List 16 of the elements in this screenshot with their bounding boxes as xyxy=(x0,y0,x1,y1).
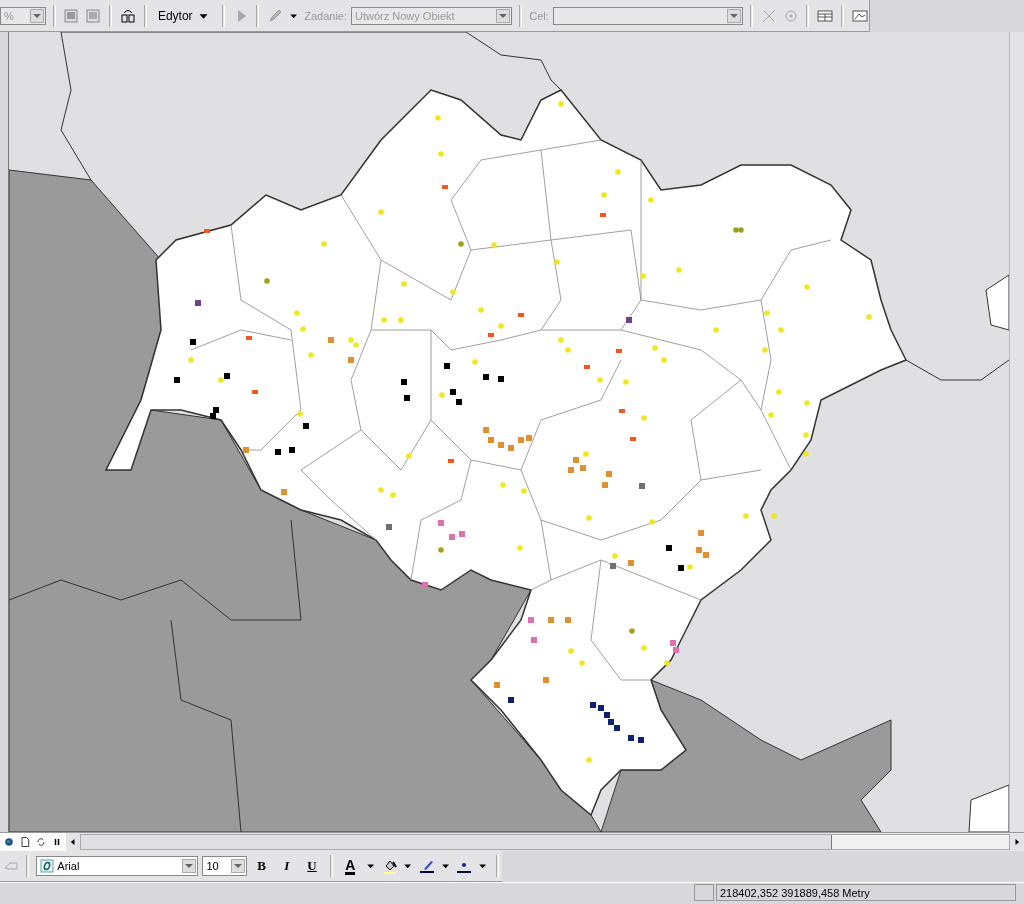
italic-button[interactable]: I xyxy=(276,855,298,877)
bold-button[interactable]: B xyxy=(250,855,273,877)
status-panel xyxy=(694,884,714,901)
font-size-combo[interactable]: 10 xyxy=(202,856,247,876)
horizontal-scrollbar[interactable] xyxy=(80,834,1010,850)
globe-icon[interactable] xyxy=(2,835,16,849)
font-type-icon xyxy=(40,859,55,873)
font-combo[interactable]: Arial xyxy=(36,856,199,876)
page-icon[interactable] xyxy=(18,835,32,849)
font-color-button[interactable]: A xyxy=(339,855,361,877)
refresh-icon[interactable] xyxy=(34,835,48,849)
target-label: Cel: xyxy=(529,9,549,22)
task-label: Zadanie: xyxy=(304,9,347,22)
underline-button[interactable]: U xyxy=(301,855,323,877)
coordinates-text: 218402,352 391889,458 Metry xyxy=(716,884,1016,901)
editor-menu[interactable]: Edytor xyxy=(153,6,215,25)
